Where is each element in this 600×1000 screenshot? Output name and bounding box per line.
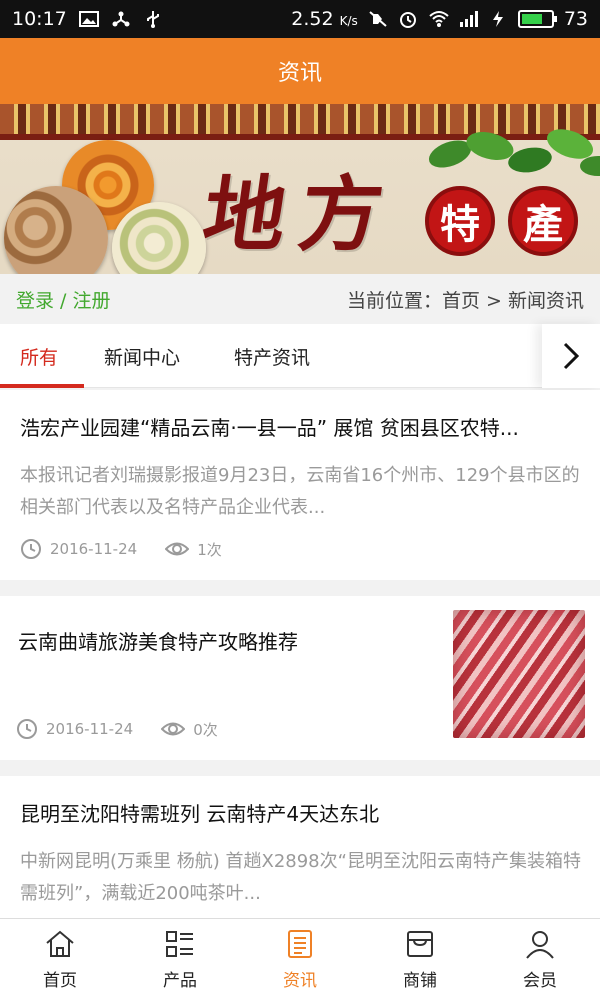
banner-image[interactable]: 地方 特 產 (0, 104, 600, 274)
home-icon (46, 930, 74, 957)
breadcrumb: 当前位置：首页 > 新闻资讯 (347, 289, 584, 312)
status-bar: 10:17 2.52 K/s 73 (0, 0, 600, 38)
location-bar: 登录 / 注册 当前位置：首页 > 新闻资讯 (0, 274, 600, 324)
article-thumbnail (453, 610, 585, 738)
user-icon (526, 931, 554, 959)
nav-home[interactable]: 首页 (0, 919, 120, 1000)
nav-label: 会员 (523, 971, 557, 991)
nav-label: 首页 (43, 971, 77, 991)
chevron-right-icon (563, 342, 580, 370)
article-meta: 2016-11-24 0次 (16, 718, 218, 740)
clock-icon (17, 719, 37, 739)
nav-label: 资讯 (283, 971, 317, 991)
eye-icon (165, 542, 190, 556)
article-title: 浩宏产业园建“精品云南·一县一品” 展馆 贫困县区农特... (20, 416, 519, 440)
share-icon (111, 10, 131, 28)
status-time: 10:17 (12, 8, 67, 30)
login-separator: / (54, 289, 73, 312)
tabs-more-button[interactable] (542, 324, 600, 388)
image-icon (78, 10, 99, 28)
article-date: 2016-11-24 (50, 540, 138, 558)
news-icon (288, 930, 312, 958)
tab-specialty-news[interactable]: 特产资讯 (234, 324, 310, 388)
list-item[interactable]: 云南曲靖旅游美食特产攻略推荐 2016-11-24 0次 (0, 596, 600, 760)
register-link[interactable]: 注册 (73, 290, 111, 312)
store-icon (407, 931, 433, 957)
tab-news-center[interactable]: 新闻中心 (104, 324, 180, 388)
battery-level (521, 14, 543, 24)
article-title: 云南曲靖旅游美食特产攻略推荐 (18, 630, 298, 654)
clock-icon (21, 539, 41, 559)
bottom-nav: 首页 产品 资讯 商铺 会员 (0, 918, 600, 1000)
network-speed: 2.52 K/s (291, 8, 358, 30)
alarm-icon (398, 10, 418, 28)
usb-icon (143, 10, 163, 28)
article-views: 1次 (197, 540, 222, 559)
article-date: 2016-11-24 (46, 720, 134, 738)
app-header: 资讯 (0, 38, 600, 104)
eye-icon (161, 722, 186, 736)
nav-label: 商铺 (403, 971, 437, 991)
wifi-icon (428, 10, 449, 28)
login-register: 登录 / 注册 (16, 286, 111, 313)
active-tab-indicator (0, 384, 84, 388)
nav-products[interactable]: 产品 (120, 919, 240, 1000)
network-speed-value: 2.52 (291, 8, 334, 30)
article-summary: 中新网昆明(万乘里 杨航) 首趟X2898次“昆明至沈阳云南特产集装箱特需班列”… (20, 851, 581, 904)
battery-icon (517, 10, 557, 28)
login-link[interactable]: 登录 (16, 290, 54, 312)
banner-seal-2: 產 (508, 186, 578, 256)
list-item[interactable]: 昆明至沈阳特需班列 云南特产4天达东北 中新网昆明(万乘里 杨航) 首趟X289… (0, 776, 600, 936)
nav-news[interactable]: 资讯 (240, 919, 360, 1000)
article-meta: 2016-11-24 1次 (20, 538, 222, 560)
tab-all[interactable]: 所有 (20, 324, 58, 388)
list-icon (166, 931, 193, 957)
charging-icon (488, 10, 508, 28)
battery-percent: 73 (563, 8, 588, 30)
nav-member[interactable]: 会员 (480, 919, 600, 1000)
article-summary: 本报讯记者刘瑞摄影报道9月23日，云南省16个州市、129个县市区的相关部门代表… (20, 465, 580, 518)
nav-label: 产品 (163, 971, 197, 991)
network-speed-unit: K/s (339, 14, 358, 28)
banner-calligraphy: 地方 (197, 167, 403, 263)
nav-stores[interactable]: 商铺 (360, 919, 480, 1000)
page-title: 资讯 (277, 61, 322, 86)
banner-seal-1: 特 (425, 186, 495, 256)
list-item[interactable]: 浩宏产业园建“精品云南·一县一品” 展馆 贫困县区农特... 本报讯记者刘瑞摄影… (0, 390, 600, 580)
article-views: 0次 (193, 720, 218, 739)
article-title: 昆明至沈阳特需班列 云南特产4天达东北 (20, 802, 380, 826)
category-tabs: 所有 新闻中心 特产资讯 (0, 324, 600, 388)
signal-icon (458, 10, 478, 28)
screen: 10:17 2.52 K/s 73 资讯 地方 特 產 登录 / 注册 当前位置… (0, 0, 600, 1000)
mute-icon (368, 10, 388, 28)
